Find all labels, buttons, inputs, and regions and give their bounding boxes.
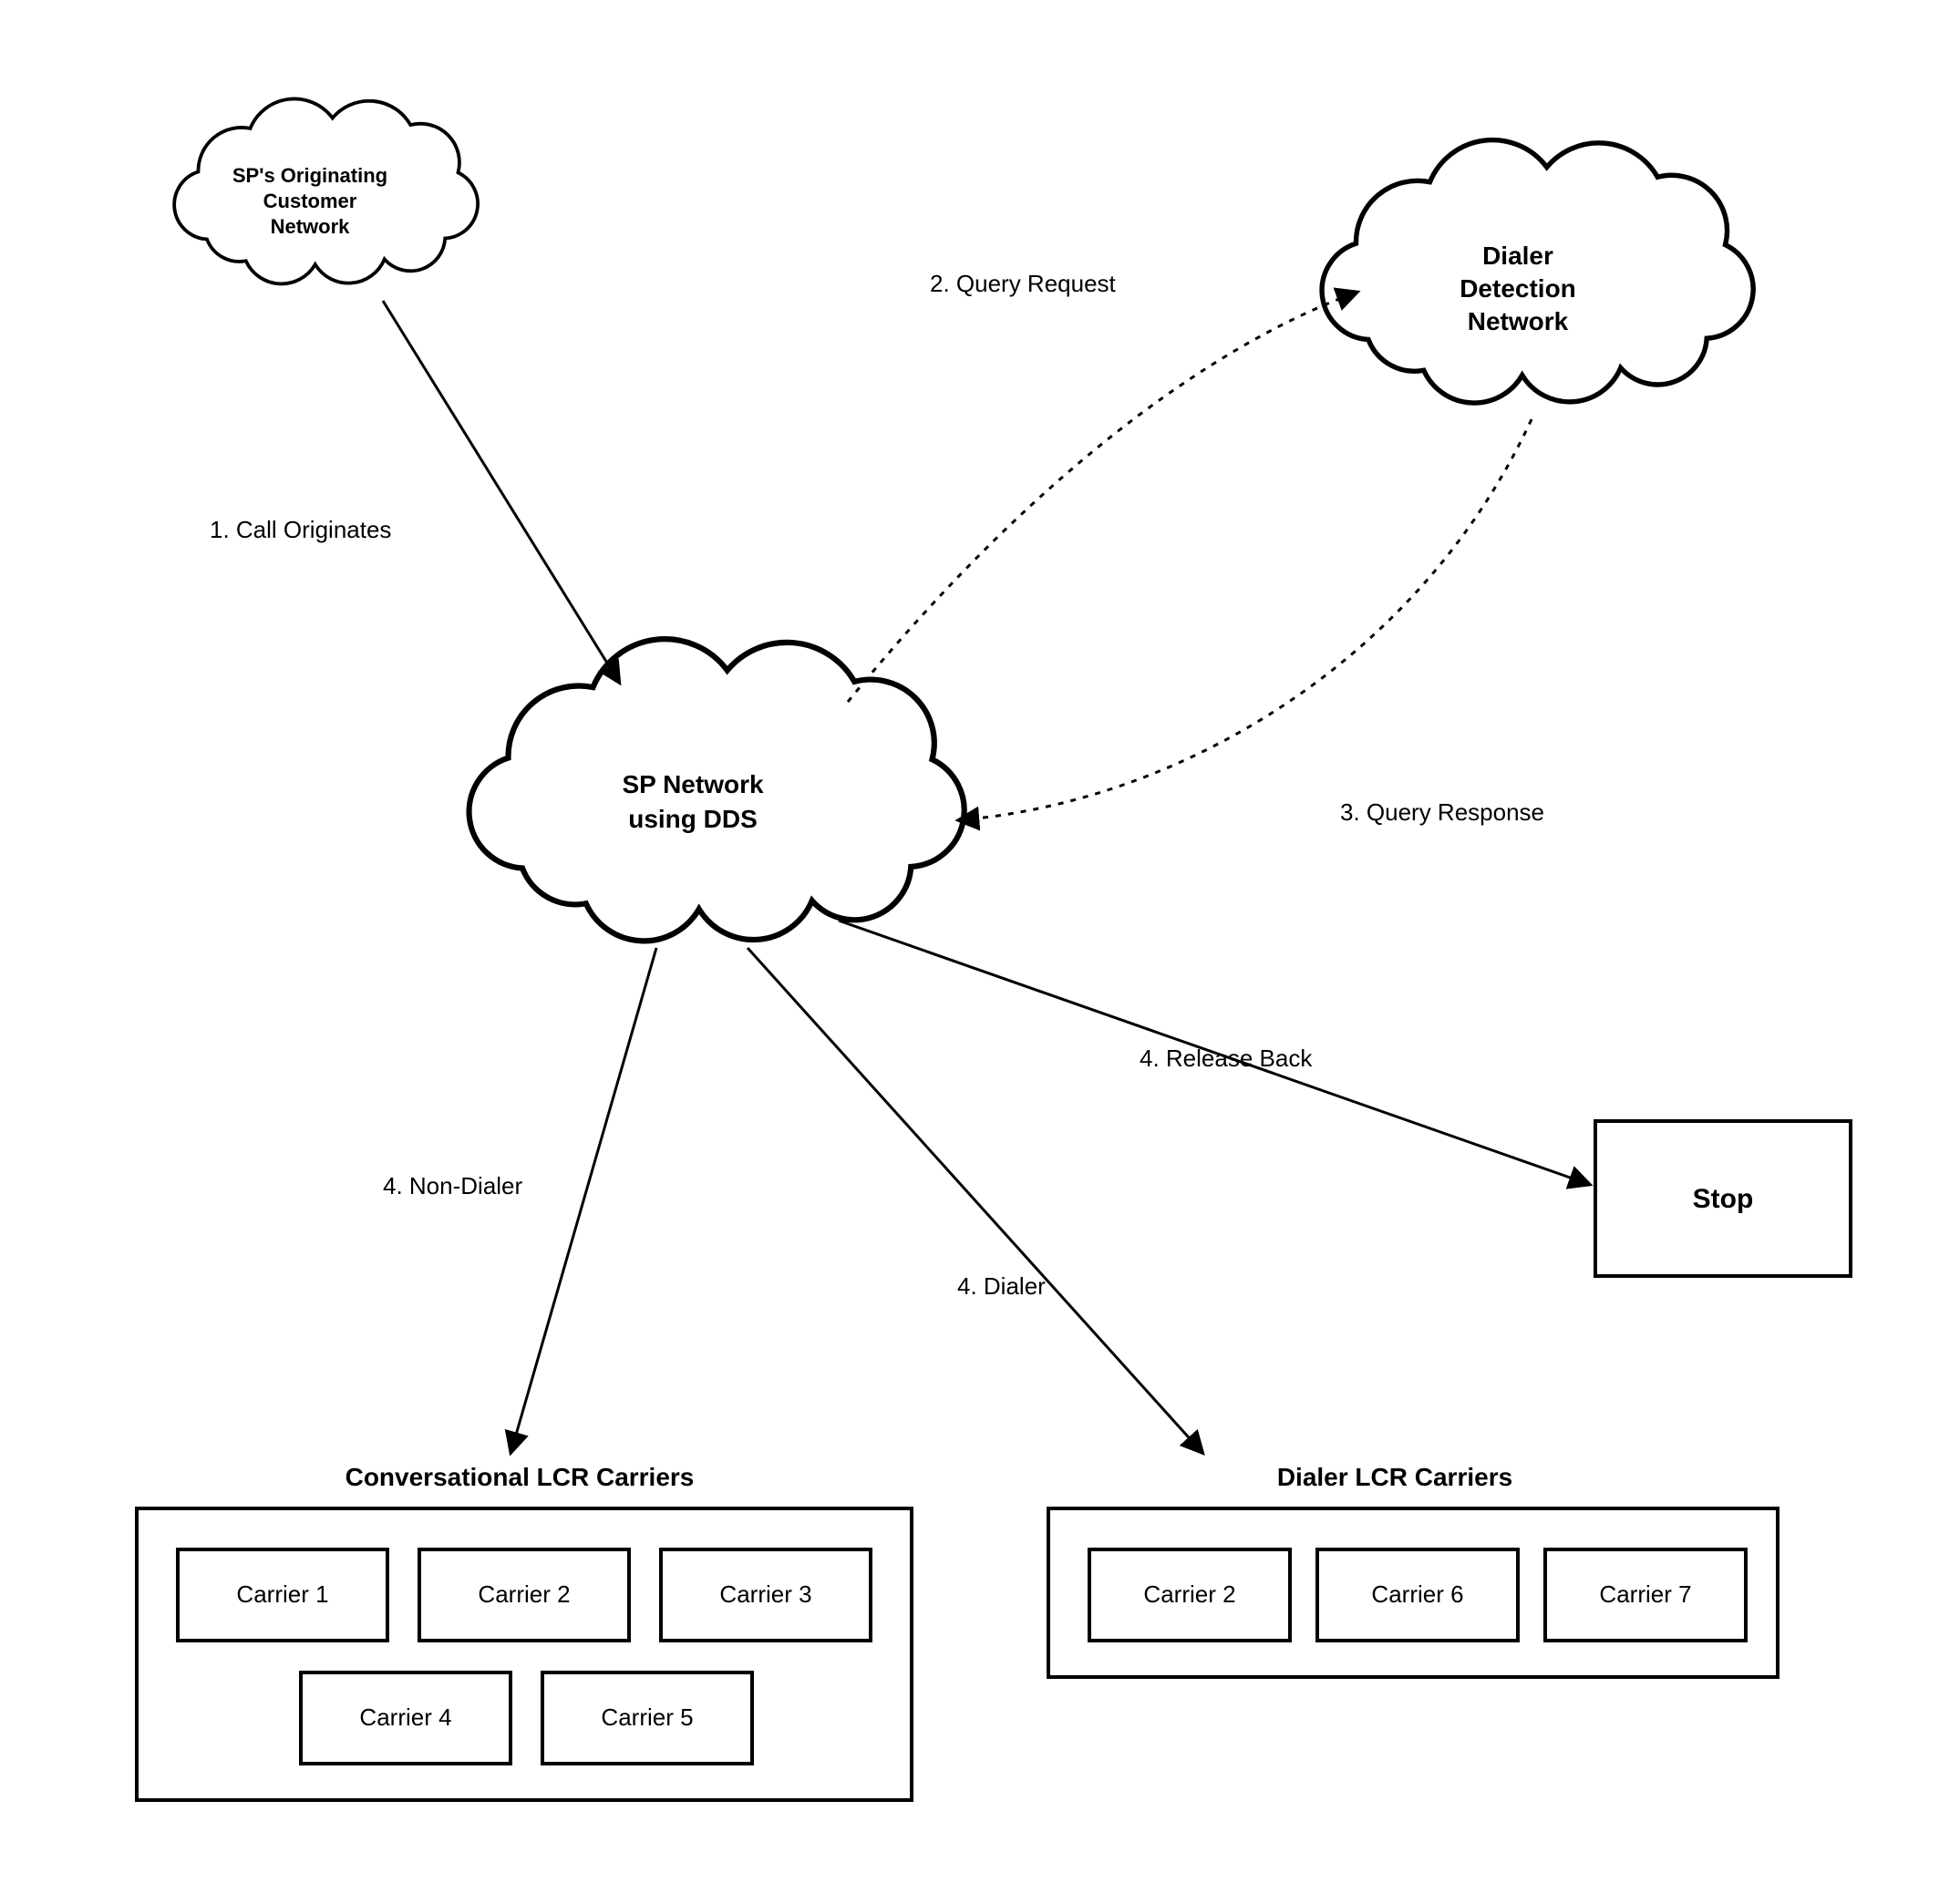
node-ddn-label-3: Network <box>1468 307 1569 335</box>
carrier-dialer-1-label: Carrier 2 <box>1143 1580 1235 1608</box>
carrier-conv-1-label: Carrier 1 <box>236 1580 328 1608</box>
carrier-conv-3-label: Carrier 3 <box>719 1580 811 1608</box>
edge-non-dialer-label: 4. Non-Dialer <box>383 1172 523 1199</box>
edge-query-request-label: 2. Query Request <box>930 270 1117 297</box>
diagram-canvas: SP's Originating Customer Network Dialer… <box>0 0 1960 1904</box>
edge-dialer-label: 4. Dialer <box>957 1272 1046 1300</box>
edge-query-response <box>957 419 1532 820</box>
edge-non-dialer <box>511 948 656 1454</box>
node-ddn-cloud <box>1322 140 1753 403</box>
carrier-dialer-2-label: Carrier 6 <box>1371 1580 1463 1608</box>
carrier-conv-5-label: Carrier 5 <box>601 1703 693 1731</box>
node-origin-label-3: Network <box>271 215 351 238</box>
edge-query-response-label: 3. Query Response <box>1340 798 1544 826</box>
node-stop-label: Stop <box>1693 1184 1754 1214</box>
edge-release-back-label: 4. Release Back <box>1140 1045 1313 1072</box>
node-ddn-label-2: Detection <box>1460 274 1576 303</box>
carrier-conv-2-label: Carrier 2 <box>478 1580 570 1608</box>
node-origin-label-2: Customer <box>263 190 357 212</box>
group-dialer-title: Dialer LCR Carriers <box>1277 1463 1512 1491</box>
node-sp-label-2: using DDS <box>628 805 758 833</box>
node-sp-label-1: SP Network <box>622 770 764 798</box>
node-ddn-label-1: Dialer <box>1482 242 1553 270</box>
group-conv-title: Conversational LCR Carriers <box>346 1463 695 1491</box>
carrier-dialer-3-label: Carrier 7 <box>1599 1580 1691 1608</box>
edge-call-originates-label: 1. Call Originates <box>210 516 391 543</box>
edge-query-request <box>848 292 1358 702</box>
edge-call-originates <box>383 301 620 684</box>
carrier-conv-4-label: Carrier 4 <box>359 1703 451 1731</box>
node-origin-label-1: SP's Originating <box>232 164 387 187</box>
